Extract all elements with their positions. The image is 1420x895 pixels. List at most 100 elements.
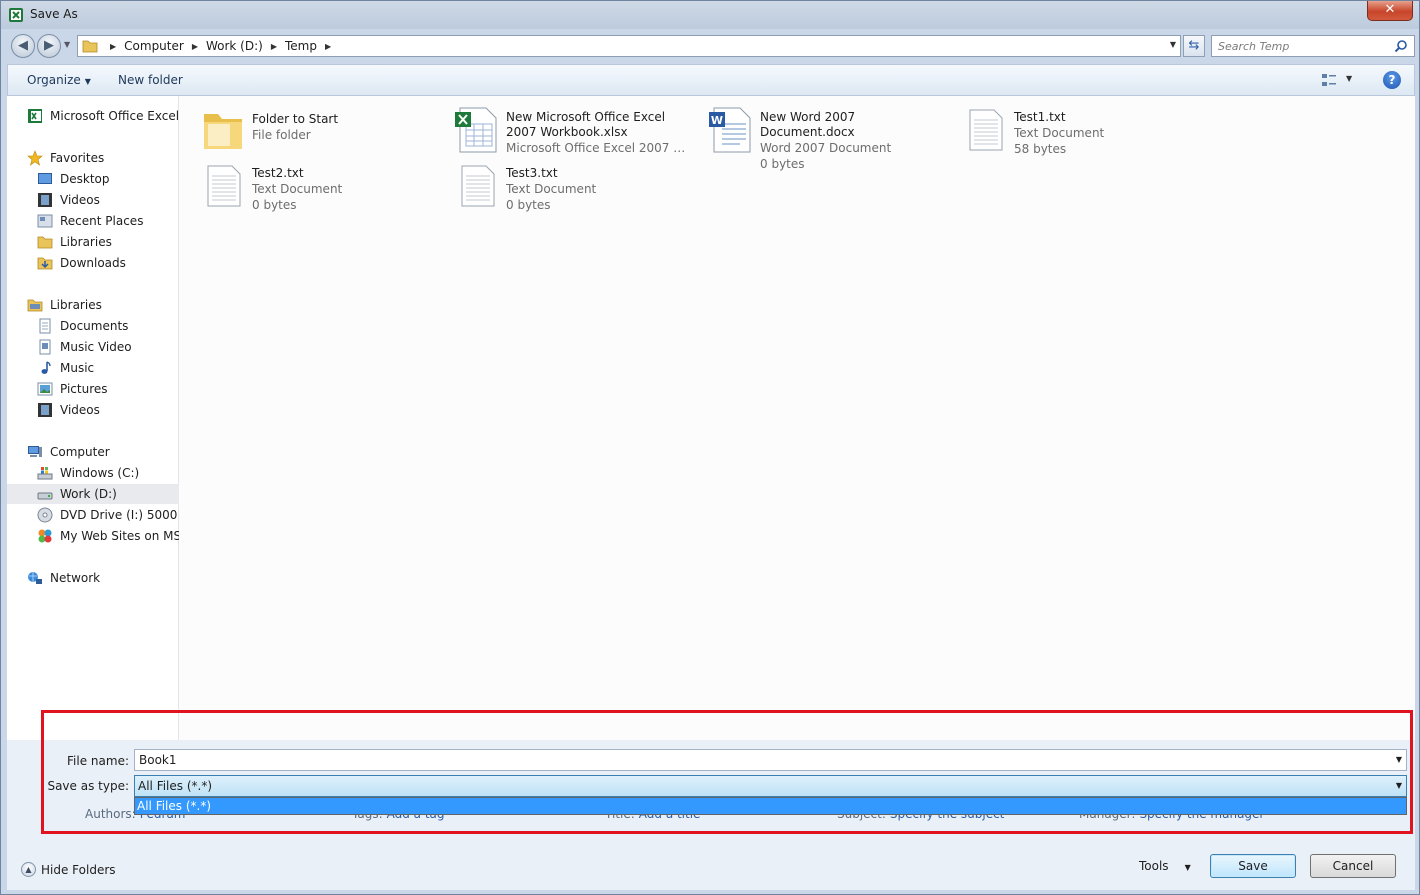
nav-item-windows-c[interactable]: Windows (C:) bbox=[7, 463, 179, 483]
forward-button[interactable]: ▶ bbox=[37, 34, 61, 58]
content-area: Microsoft Office Excel Favorites Desktop… bbox=[7, 96, 1415, 740]
save-as-type-option[interactable]: All Files (*.*) bbox=[135, 798, 1406, 814]
pictures-icon bbox=[37, 382, 53, 396]
save-as-type-select[interactable]: All Files (*.*) ▼ bbox=[134, 775, 1407, 797]
save-as-dialog: Save As ✕ ◀ ▶ ▼ ▶ Computer ▶ Work (D:) ▶ Te… bbox=[0, 0, 1420, 895]
file-name-input[interactable] bbox=[139, 751, 1379, 769]
excel-icon bbox=[28, 109, 42, 123]
nav-item-libraries-root[interactable]: Libraries bbox=[7, 295, 179, 315]
address-bar[interactable]: ▶ Computer ▶ Work (D:) ▶ Temp ▶ ▼ bbox=[77, 35, 1181, 57]
nav-item-network[interactable]: Network bbox=[7, 568, 179, 588]
nav-item-recent-places[interactable]: Recent Places bbox=[7, 211, 179, 231]
folder-icon bbox=[204, 114, 242, 149]
nav-item-work-d[interactable]: Work (D:) bbox=[7, 484, 179, 504]
file-name-combobox[interactable]: ▼ bbox=[134, 749, 1407, 771]
back-button[interactable]: ◀ bbox=[11, 34, 35, 58]
help-button[interactable]: ? bbox=[1383, 71, 1401, 89]
libraries-icon bbox=[37, 236, 53, 249]
svg-text:W: W bbox=[711, 114, 723, 127]
file-name: New Word 2007 Document.docx Word 2007 Do… bbox=[760, 110, 892, 171]
window-title: Save As bbox=[30, 7, 78, 21]
file-name-label: File name: bbox=[67, 754, 129, 768]
music-icon bbox=[41, 361, 51, 374]
save-button[interactable]: Save bbox=[1210, 854, 1296, 878]
save-as-type-value: All Files (*.*) bbox=[138, 779, 213, 793]
nav-item-computer[interactable]: Computer bbox=[7, 442, 179, 462]
computer-icon bbox=[28, 446, 42, 457]
nav-item-desktop[interactable]: Desktop bbox=[7, 169, 179, 189]
chevron-right-icon[interactable]: ▶ bbox=[192, 42, 198, 51]
recent-pages-dropdown-icon[interactable]: ▼ bbox=[64, 40, 70, 49]
excel-app-icon bbox=[9, 8, 23, 22]
file-item-word[interactable]: W New Word 2007 Document.docx Word 2007 … bbox=[708, 102, 958, 171]
search-input[interactable] bbox=[1218, 37, 1388, 55]
file-name: New Microsoft Office Excel 2007 Workbook… bbox=[506, 110, 696, 155]
file-item-test3[interactable]: Test3.txt Text Document 0 bytes bbox=[454, 158, 704, 214]
view-options-dropdown-icon[interactable]: ▼ bbox=[1346, 74, 1352, 83]
documents-icon bbox=[39, 318, 51, 334]
nav-item-videos[interactable]: Videos bbox=[7, 190, 179, 210]
nav-item-documents[interactable]: Documents bbox=[7, 316, 179, 336]
save-options-area: File name: ▼ Save as type: All Files (*.… bbox=[7, 740, 1415, 842]
address-row: ◀ ▶ ▼ ▶ Computer ▶ Work (D:) ▶ Temp ▶ ▼ ⇆ bbox=[7, 31, 1415, 61]
new-folder-button[interactable]: New folder bbox=[118, 73, 183, 87]
search-box[interactable] bbox=[1211, 35, 1415, 57]
video-icon bbox=[38, 403, 52, 417]
nav-item-dvd-drive[interactable]: DVD Drive (I:) 5000 Ter bbox=[7, 505, 179, 525]
nav-item-music-video[interactable]: Music Video bbox=[7, 337, 179, 357]
chevron-down-icon: ▼ bbox=[84, 77, 91, 86]
network-icon bbox=[28, 572, 42, 584]
chevron-down-icon[interactable]: ▼ bbox=[1396, 781, 1402, 790]
file-item-test1[interactable]: Test1.txt Text Document 58 bytes bbox=[962, 102, 1212, 158]
command-bar: Organize ▼ New folder ▼ ? bbox=[7, 64, 1415, 96]
refresh-button[interactable]: ⇆ bbox=[1183, 35, 1205, 57]
navigation-pane: Microsoft Office Excel Favorites Desktop… bbox=[7, 96, 179, 740]
text-file-icon bbox=[969, 109, 1003, 151]
nav-item-music[interactable]: Music bbox=[7, 358, 179, 378]
hide-folders-button[interactable]: ▲ Hide Folders bbox=[21, 862, 116, 877]
nav-item-pictures[interactable]: Pictures bbox=[7, 379, 179, 399]
file-name: Test3.txt Text Document 0 bytes bbox=[506, 166, 597, 212]
organize-button[interactable]: Organize ▼ bbox=[27, 73, 91, 87]
nav-item-my-web-sites[interactable]: My Web Sites on MSN bbox=[7, 526, 179, 546]
tools-menu[interactable]: Tools ▼ bbox=[1139, 859, 1191, 873]
cancel-button[interactable]: Cancel bbox=[1310, 854, 1396, 878]
change-view-icon[interactable] bbox=[1321, 72, 1337, 88]
chevron-down-icon: ▼ bbox=[1184, 863, 1191, 872]
breadcrumb-item[interactable]: ▶ Computer bbox=[102, 39, 184, 53]
text-file-icon bbox=[207, 165, 241, 207]
save-as-type-label: Save as type: bbox=[47, 779, 129, 793]
star-icon bbox=[27, 150, 43, 166]
chevron-right-icon[interactable]: ▶ bbox=[271, 42, 277, 51]
nav-item-libraries[interactable]: Libraries bbox=[7, 232, 179, 252]
close-button[interactable]: ✕ bbox=[1367, 1, 1413, 21]
file-name: Folder to Start File folder bbox=[252, 112, 339, 142]
libraries-icon bbox=[27, 299, 43, 312]
nav-item-videos-library[interactable]: Videos bbox=[7, 400, 179, 420]
file-item-test2[interactable]: Test2.txt Text Document 0 bytes bbox=[200, 158, 450, 214]
music-video-icon bbox=[39, 339, 51, 355]
text-file-icon bbox=[461, 165, 495, 207]
breadcrumb: ▶ Computer ▶ Work (D:) ▶ Temp ▶ bbox=[102, 39, 339, 53]
title-bar[interactable]: Save As ✕ bbox=[1, 1, 1419, 29]
breadcrumb-item[interactable]: ▶ Work (D:) bbox=[184, 39, 263, 53]
breadcrumb-item[interactable]: ▶ Temp ▶ bbox=[263, 39, 339, 53]
drive-icon bbox=[37, 492, 53, 500]
chevron-down-icon[interactable]: ▼ bbox=[1396, 755, 1402, 764]
nav-item-downloads[interactable]: Downloads bbox=[7, 253, 179, 273]
msn-icon bbox=[38, 529, 52, 543]
address-dropdown-icon[interactable]: ▼ bbox=[1170, 40, 1176, 49]
nav-item-favorites[interactable]: Favorites bbox=[7, 148, 179, 168]
chevron-up-icon: ▲ bbox=[21, 862, 36, 877]
nav-item-excel[interactable]: Microsoft Office Excel bbox=[7, 106, 179, 126]
desktop-icon bbox=[38, 173, 52, 184]
dialog-footer: ▲ Hide Folders Tools ▼ Save Cancel bbox=[7, 842, 1415, 890]
folder-icon bbox=[82, 40, 98, 53]
drive-icon bbox=[37, 467, 53, 480]
recent-places-icon bbox=[37, 214, 53, 228]
chevron-right-icon[interactable]: ▶ bbox=[110, 42, 116, 51]
chevron-right-icon[interactable]: ▶ bbox=[325, 42, 331, 51]
search-icon[interactable] bbox=[1394, 39, 1408, 53]
file-item-excel[interactable]: New Microsoft Office Excel 2007 Workbook… bbox=[454, 102, 704, 158]
file-item-folder[interactable]: Folder to Start File folder bbox=[200, 102, 450, 158]
